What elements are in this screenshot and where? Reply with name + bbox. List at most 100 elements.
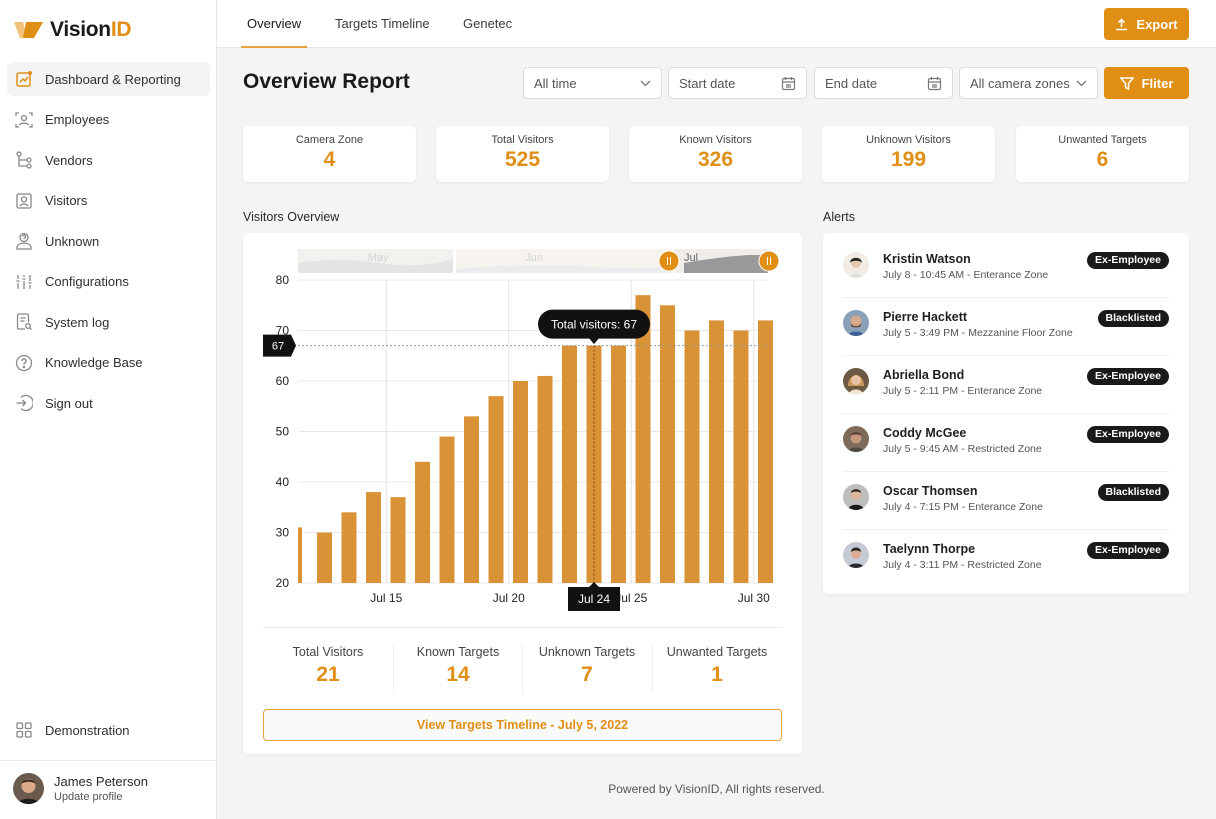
- sidebar-item-unknown[interactable]: Unknown: [7, 224, 210, 258]
- sidebar-item-label: Unknown: [45, 233, 100, 249]
- tab-targets-timeline[interactable]: Targets Timeline: [335, 0, 430, 48]
- bar[interactable]: [684, 330, 700, 584]
- alert-divider: [843, 355, 1169, 356]
- start-date-input[interactable]: Start date: [668, 67, 807, 99]
- bar[interactable]: [733, 330, 749, 584]
- bar[interactable]: [341, 512, 357, 583]
- alert-name: Abriella Bond: [883, 368, 965, 382]
- sidebar-item-configurations[interactable]: Configurations: [7, 265, 210, 299]
- sidebar-item-knowledge-base[interactable]: Knowledge Base: [7, 346, 210, 380]
- view-targets-timeline-button[interactable]: View Targets Timeline - July 5, 2022: [263, 709, 782, 741]
- stat-value: 14: [446, 663, 470, 686]
- logo-icon: [14, 22, 43, 38]
- bar[interactable]: [537, 375, 553, 583]
- alert-meta: July 5 - 3:49 PM - Mezzanine Floor Zone: [883, 327, 1073, 339]
- avatar: [843, 368, 869, 394]
- camera-zones-select[interactable]: All camera zones: [959, 67, 1098, 99]
- update-profile-link[interactable]: Update profile: [54, 791, 148, 803]
- bar[interactable]: [660, 305, 675, 583]
- bar[interactable]: [464, 416, 479, 583]
- stat-label: Known Targets: [416, 645, 500, 659]
- alert-item[interactable]: Pierre Hackett July 5 - 3:49 PM - Mezzan…: [843, 301, 1169, 359]
- kpi-value: 4: [323, 148, 336, 171]
- stat-unknown-targets: Unknown Targets 7: [522, 645, 652, 687]
- range-navigator[interactable]: May Jun Jul: [298, 249, 780, 273]
- sidebar-item-employees[interactable]: Employees: [7, 103, 210, 137]
- stat-label: Unknown Targets: [538, 645, 636, 659]
- bar[interactable]: [488, 396, 504, 583]
- user-profile[interactable]: James Peterson Update profile: [13, 773, 148, 804]
- calendar-icon: [781, 76, 796, 90]
- stat-known-targets: Known Targets 14: [393, 645, 523, 687]
- kpi-unknown-visitors: Unknown Visitors 199: [822, 126, 995, 182]
- bar[interactable]: [513, 381, 528, 583]
- y-tick-label: 50: [276, 425, 290, 439]
- bar[interactable]: [611, 345, 626, 583]
- visitors-overview-title: Visitors Overview: [243, 210, 340, 224]
- avatar: [13, 773, 44, 804]
- y-tick-label: 40: [276, 475, 290, 489]
- bar[interactable]: [415, 461, 430, 583]
- alert-item[interactable]: Taelynn Thorpe July 4 - 3:11 PM - Restri…: [843, 533, 1169, 591]
- chart-icon: [15, 70, 33, 88]
- alert-item[interactable]: Oscar Thomsen July 4 - 7:15 PM - Enteran…: [843, 475, 1169, 533]
- kpi-camera-zone: Camera Zone 4: [243, 126, 416, 182]
- stat-label: Unwanted Targets: [666, 645, 768, 659]
- sidebar-item-demonstration[interactable]: Demonstration: [7, 713, 210, 747]
- sidebar-item-visitors[interactable]: Visitors: [7, 184, 210, 218]
- end-date-input[interactable]: End date: [814, 67, 953, 99]
- alert-name: Taelynn Thorpe: [883, 542, 976, 556]
- bar[interactable]: [439, 436, 455, 583]
- tab-genetec[interactable]: Genetec: [463, 0, 512, 48]
- x-tick-label: Jul 15: [370, 591, 402, 605]
- sidebar-item-vendors[interactable]: Vendors: [7, 143, 210, 177]
- navigator-handle[interactable]: [758, 250, 780, 272]
- id-card-icon: [15, 192, 33, 210]
- sidebar-item-label: Visitors: [45, 193, 88, 208]
- face-scan-icon: [15, 111, 33, 129]
- sidebar-item-label: Knowledge Base: [45, 355, 143, 370]
- bar[interactable]: [298, 527, 302, 583]
- sidebar-item-sign-out[interactable]: Sign out: [7, 386, 210, 420]
- page-title: Overview Report: [243, 70, 410, 93]
- avatar: [843, 542, 869, 568]
- alert-name: Oscar Thomsen: [883, 484, 978, 498]
- sidebar-item-label: Configurations: [45, 274, 129, 289]
- alert-meta: July 4 - 7:15 PM - Enterance Zone: [883, 501, 1043, 513]
- tab-overview[interactable]: Overview: [240, 0, 308, 48]
- navigator-handle[interactable]: [658, 250, 680, 272]
- filter-label: Fliter: [1141, 75, 1174, 91]
- bar[interactable]: [758, 320, 773, 583]
- logo[interactable]: VisionID: [14, 18, 132, 42]
- alert-item[interactable]: Coddy McGee July 5 - 9:45 AM - Restricte…: [843, 417, 1169, 475]
- time-range-select[interactable]: All time: [523, 67, 662, 99]
- sliders-icon: [15, 273, 33, 291]
- avatar: [843, 426, 869, 452]
- bar[interactable]: [317, 532, 332, 584]
- top-bar: Overview Targets Timeline Genetec Export: [217, 0, 1216, 48]
- camera-zones-value: All camera zones: [970, 75, 1070, 91]
- hierarchy-icon: [15, 151, 33, 169]
- sidebar-item-system-log[interactable]: System log: [7, 305, 210, 339]
- bar[interactable]: [366, 492, 381, 583]
- bar[interactable]: [562, 345, 577, 583]
- alert-item[interactable]: Kristin Watson July 8 - 10:45 AM - Enter…: [843, 243, 1169, 301]
- bar[interactable]: [390, 497, 406, 583]
- avatar: [843, 252, 869, 278]
- export-button[interactable]: Export: [1104, 8, 1189, 40]
- end-date-placeholder: End date: [825, 75, 878, 91]
- y-marker-text: 67: [272, 341, 284, 353]
- bar[interactable]: [709, 320, 724, 583]
- alerts-card: Kristin Watson July 8 - 10:45 AM - Enter…: [823, 233, 1189, 594]
- alert-meta: July 4 - 3:11 PM - Restricted Zone: [883, 559, 1042, 571]
- upload-icon: [1116, 17, 1128, 30]
- filter-button[interactable]: Fliter: [1104, 67, 1189, 99]
- kpi-value: 326: [697, 148, 734, 171]
- chart-tooltip: Total visitors: 67: [538, 309, 650, 345]
- alert-meta: July 8 - 10:45 AM - Enterance Zone: [883, 269, 1049, 281]
- calendar-icon: [927, 76, 942, 90]
- alert-item[interactable]: Abriella Bond July 5 - 2:11 PM - Enteran…: [843, 359, 1169, 417]
- sidebar-item-label: Employees: [45, 112, 110, 127]
- visitors-bar-chart[interactable]: May Jun Jul20304050607080Jul 15 Jul 20 Jul 2…: [243, 233, 802, 613]
- sidebar-item-dashboard-reporting[interactable]: Dashboard & Reporting: [7, 62, 210, 96]
